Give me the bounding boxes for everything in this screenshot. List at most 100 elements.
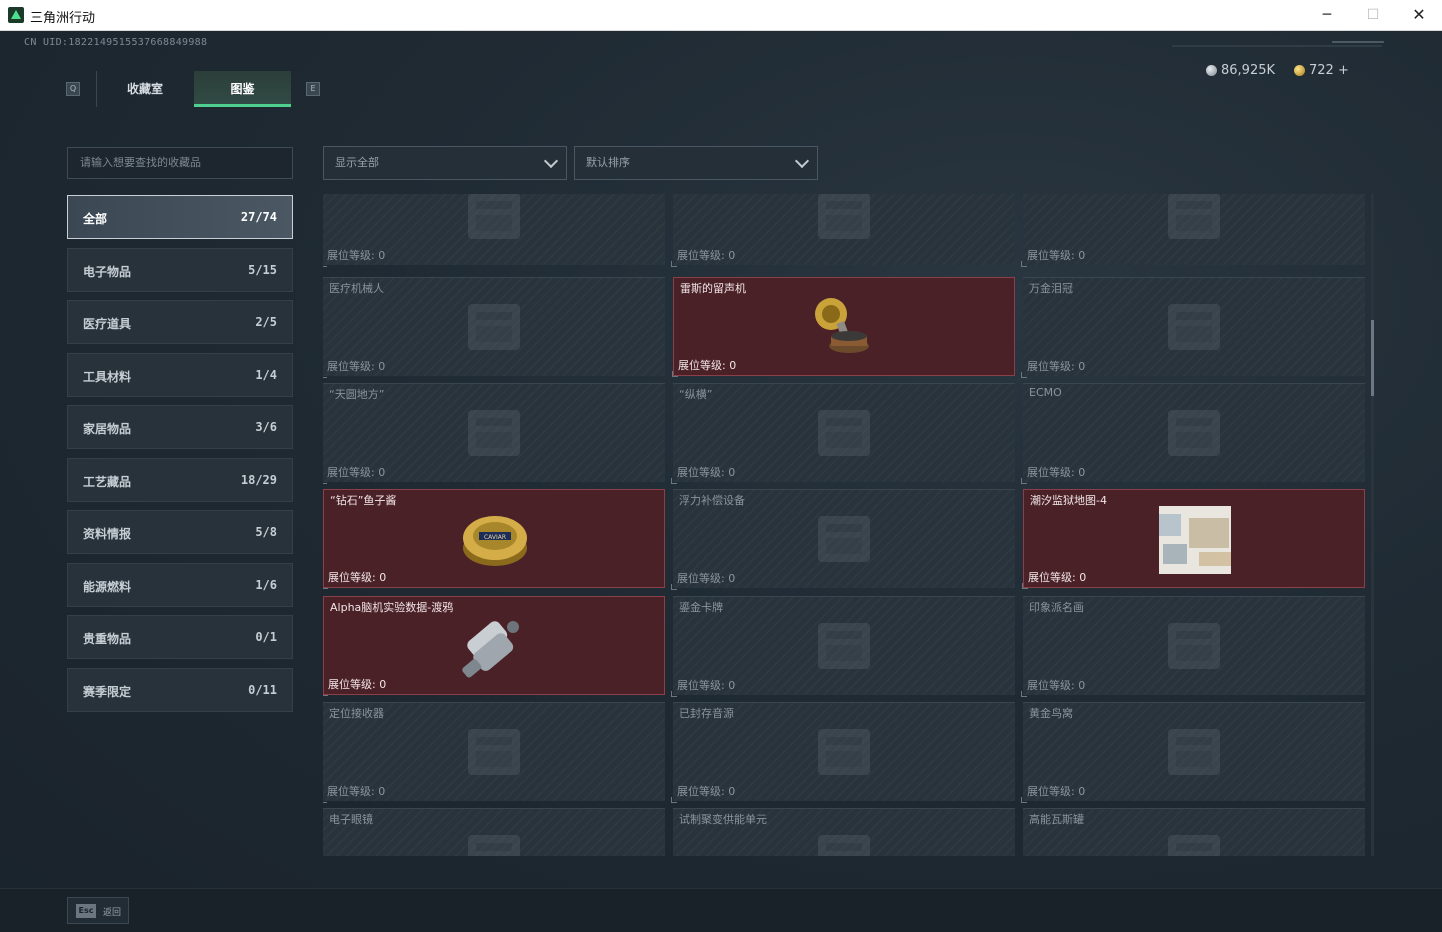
collection-grid: 展位等级: 0 展位等级: 0 展位等级: 0 医疗机械人 展位等级: 0 雷斯的留声机展… [323,194,1365,856]
collection-item-card[interactable]: 高能瓦斯罐展位等级: 0 [1023,808,1365,856]
grid-scrollbar[interactable] [1371,194,1374,856]
collection-item-card[interactable]: 已封存音源 展位等级: 0 [671,702,1015,803]
back-button[interactable]: Esc 返回 [67,897,129,924]
item-name: ECMO [1029,386,1062,399]
collection-item-card[interactable]: 鎏金卡牌 展位等级: 0 [671,596,1015,697]
display-filter-dropdown[interactable]: 显示全部 [323,146,567,180]
maximize-button[interactable]: ☐ [1350,0,1396,31]
item-name: 试制聚变供能单元 [679,813,767,826]
collection-item-card[interactable]: ECMO 展位等级: 0 [1021,383,1365,484]
collection-item-card[interactable]: 展位等级: 0 [323,194,665,267]
category-item[interactable]: 工艺藏品 18/29 [67,457,293,502]
glasses-icon [458,823,530,856]
card-corner-decoration [1021,261,1027,267]
item-name: “纵横” [679,388,713,401]
silver-coin-icon [1206,65,1217,76]
receiver-icon [458,717,530,787]
next-tab-key-hint[interactable]: E [306,82,320,96]
category-item[interactable]: 能源燃料 1/6 [67,562,293,607]
game-area: CN UID:1822149515537668849988 86,925K 72… [0,31,1442,932]
item-name: 万金泪冠 [1029,282,1073,295]
lamp-icon [458,194,530,251]
collection-item-card[interactable]: 试制聚变供能单元展位等级: 0 [673,808,1015,856]
tab-catalog[interactable]: 图鉴 [194,71,291,107]
category-item[interactable]: 赛季限定 0/11 [67,667,293,712]
close-button[interactable]: ✕ [1396,0,1442,31]
card-icon [808,611,880,681]
card-corner-decoration [323,372,327,378]
item-name: “天圆地方” [329,388,385,401]
collection-item-card[interactable]: 医疗机械人 展位等级: 0 [323,277,665,378]
card-corner-decoration [1022,583,1028,589]
collection-item-card[interactable]: 电子眼镜展位等级: 0 [323,808,665,856]
category-item[interactable]: 家居物品 3/6 [67,405,293,449]
category-count: 18/29 [240,472,277,487]
armillary-icon [458,398,530,468]
category-item[interactable]: 电子物品 5/15 [67,247,293,292]
collection-item-card[interactable]: 印象派名画展位等级: 0 [1021,596,1365,697]
category-label: 电子物品 [83,264,132,279]
card-corner-decoration [323,797,327,803]
collection-item-card[interactable]: 潮汐监狱地图-4 展位等级: 0 [1022,489,1365,589]
header-divider [1172,45,1382,47]
item-booth-level: 展位等级: 0 [677,679,736,692]
collection-item-card[interactable]: 雷斯的留声机 展位等级: 0 [672,277,1015,377]
card-corner-decoration [1021,372,1027,378]
card-corner-decoration [671,478,677,484]
collection-item-card[interactable]: 黄金鸟窝 展位等级: 0 [1021,702,1365,803]
category-item[interactable]: 全部 27/74 [67,195,293,239]
category-label: 资料情报 [83,527,132,541]
item-booth-level: 展位等级: 0 [677,572,736,585]
item-name: 浮力补偿设备 [679,494,745,507]
gold-amount: 722 + [1309,63,1349,78]
collection-item-card[interactable]: 展位等级: 0 [1021,194,1365,267]
category-count: 5/15 [248,262,277,277]
category-item[interactable]: 资料情报 5/8 [67,510,293,554]
scrollbar-thumb[interactable] [1371,320,1374,396]
category-label: 全部 [83,212,108,226]
card-corner-decoration [323,261,327,267]
app-logo-icon [8,7,24,23]
collection-item-card[interactable]: 浮力补偿设备 展位等级: 0 [671,489,1015,590]
collection-item-card[interactable]: 万金泪冠 展位等级: 0 [1021,277,1365,378]
category-item[interactable]: 医疗道具 2/5 [67,300,293,344]
category-item[interactable]: 贵重物品 0/1 [67,615,293,659]
gold-currency[interactable]: 722 + [1294,63,1349,78]
item-name: 印象派名画 [1029,601,1084,614]
category-label: 工具材料 [83,369,132,384]
sort-value: 默认排序 [586,156,630,169]
esc-key-icon: Esc [76,904,96,918]
prev-tab-key-hint[interactable]: Q [66,82,80,96]
header-divider-accent [1332,41,1384,43]
item-booth-level: 展位等级: 0 [1027,679,1086,692]
card-corner-decoration [323,478,327,484]
collection-item-card[interactable]: Alpha脑机实验数据-渡鸦 展位等级: 0 [323,596,665,696]
player-uid: CN UID:1822149515537668849988 [24,37,208,48]
painting-icon [1158,611,1230,681]
item-booth-level: 展位等级: 0 [328,571,387,584]
item-booth-level: 展位等级: 0 [328,678,387,691]
collection-item-card[interactable]: 展位等级: 0 [671,194,1015,267]
collection-item-card[interactable]: 定位接收器展位等级: 0 [323,702,665,803]
category-label: 赛季限定 [83,684,132,699]
card-corner-decoration [323,690,328,696]
minimize-button[interactable]: ─ [1304,0,1350,31]
item-name: Alpha脑机实验数据-渡鸦 [330,601,454,614]
tab-collection-room[interactable]: 收藏室 [96,71,193,107]
collection-item-card[interactable]: “纵横” 展位等级: 0 [671,383,1015,484]
sort-dropdown[interactable]: 默认排序 [574,146,818,180]
card-corner-decoration [671,261,677,267]
collection-item-card[interactable]: “钻石”鱼子酱 CAVIAR 展位等级: 0 [323,489,665,589]
machine-icon [808,194,880,251]
caviar-tin-icon: CAVIAR [459,504,531,574]
chevron-down-icon [543,153,559,169]
item-name: 定位接收器 [329,707,384,720]
collection-item-card[interactable]: “天圆地方” 展位等级: 0 [323,383,665,484]
item-booth-level: 展位等级: 0 [327,785,386,798]
chessboard-icon [808,398,880,468]
category-item[interactable]: 工具材料 1/4 [67,352,293,397]
category-label: 贵重物品 [83,632,132,646]
item-booth-level: 展位等级: 0 [1028,571,1087,584]
collection-search-input[interactable]: 请输入想要查找的收藏品 [67,147,293,179]
category-count: 27/74 [240,210,277,224]
